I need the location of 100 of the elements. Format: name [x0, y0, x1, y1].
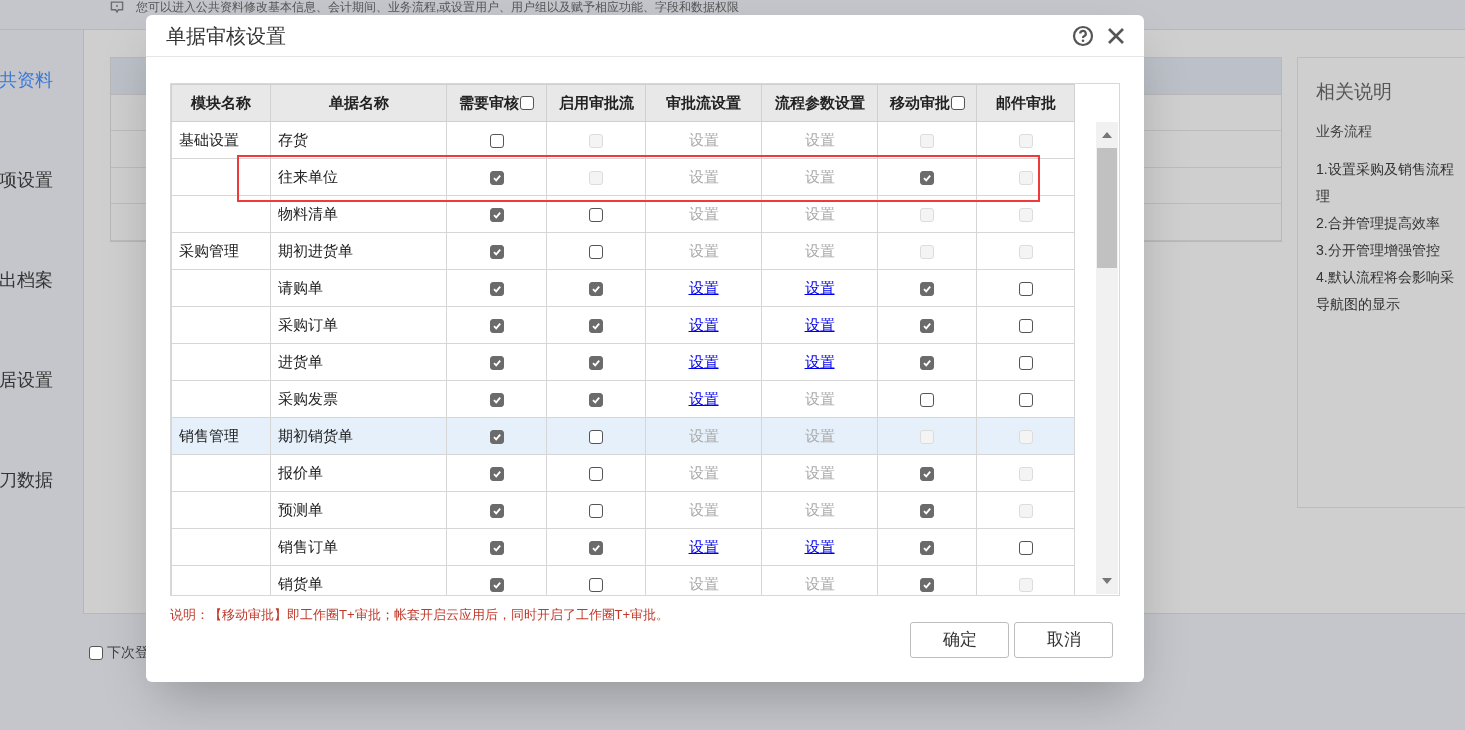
checkmark-icon: [491, 431, 502, 442]
checkbox[interactable]: [489, 355, 504, 370]
checkbox[interactable]: [589, 577, 603, 592]
document-name: 往来单位: [278, 167, 338, 185]
settings-link[interactable]: 设置: [804, 279, 835, 296]
info-line: 1.设置采购及销售流程: [1316, 159, 1455, 179]
disabled-link: 设置: [804, 131, 835, 148]
sidebar-item[interactable]: 出档案: [0, 230, 83, 330]
checkbox[interactable]: [589, 207, 603, 222]
checkmark-icon: [922, 505, 932, 516]
close-icon[interactable]: [1106, 25, 1126, 46]
checkbox[interactable]: [920, 318, 934, 333]
settings-link[interactable]: 设置: [804, 353, 835, 370]
select-all-checkbox[interactable]: [520, 96, 534, 110]
checkbox[interactable]: [920, 540, 934, 555]
info-line: 4.默认流程将会影响采: [1316, 267, 1455, 287]
checkbox[interactable]: [489, 466, 504, 481]
checkbox[interactable]: [489, 170, 504, 185]
sidebar-item[interactable]: 居设置: [0, 330, 83, 430]
checkbox[interactable]: [920, 281, 934, 296]
checkmark-icon: [491, 542, 502, 553]
document-name: 销售订单: [278, 537, 338, 555]
checkbox[interactable]: [920, 466, 934, 481]
scroll-down-icon[interactable]: [1102, 578, 1112, 584]
disabled-link: 设置: [688, 464, 719, 481]
checkbox[interactable]: [1018, 355, 1033, 370]
settings-link[interactable]: 设置: [688, 353, 719, 370]
checkbox[interactable]: [1018, 318, 1033, 333]
column-header: 模块名称: [171, 84, 271, 122]
document-name: 请购单: [278, 278, 323, 296]
settings-link[interactable]: 设置: [688, 279, 719, 296]
checkbox[interactable]: [489, 133, 504, 148]
sidebar-item[interactable]: 刀数据: [0, 430, 83, 530]
checkmark-icon: [491, 283, 502, 294]
document-name: 报价单: [278, 463, 323, 481]
column-header: 移动审批: [889, 92, 950, 113]
checkbox[interactable]: [489, 392, 504, 407]
disabled-link: 设置: [688, 242, 719, 259]
select-all-checkbox[interactable]: [950, 96, 965, 110]
module-name: 采购管理: [179, 241, 239, 259]
scrollbar-thumb[interactable]: [1097, 148, 1117, 268]
disabled-link: 设置: [688, 131, 719, 148]
checkmark-icon: [491, 468, 502, 479]
checkbox[interactable]: [589, 429, 603, 444]
checkbox[interactable]: [589, 540, 603, 555]
checkbox[interactable]: [589, 281, 603, 296]
info-line: 导航图的显示: [1316, 294, 1401, 314]
checkbox[interactable]: [589, 355, 603, 370]
disabled-link: 设置: [804, 168, 835, 185]
dialog-button[interactable]: 确定: [910, 622, 1009, 658]
checkmark-icon: [922, 542, 932, 553]
checkbox[interactable]: [589, 244, 603, 259]
checkbox[interactable]: [920, 355, 934, 370]
settings-link[interactable]: 设置: [688, 316, 719, 333]
checkbox[interactable]: [920, 577, 934, 592]
disabled-link: 设置: [804, 464, 835, 481]
checkbox[interactable]: [589, 318, 603, 333]
checkbox[interactable]: [1018, 281, 1033, 296]
checkmark-icon: [922, 579, 932, 590]
checkbox[interactable]: [1018, 392, 1033, 407]
scrollbar[interactable]: [1096, 122, 1118, 594]
scroll-up-icon[interactable]: [1102, 132, 1112, 138]
checkmark-icon: [922, 172, 932, 183]
checkbox[interactable]: [489, 540, 504, 555]
checkbox[interactable]: [489, 503, 504, 518]
settings-link[interactable]: 设置: [804, 316, 835, 333]
checkbox[interactable]: [489, 429, 504, 444]
checkbox[interactable]: [489, 281, 504, 296]
checkbox[interactable]: [920, 503, 934, 518]
checkbox[interactable]: [589, 466, 603, 481]
checkbox[interactable]: [920, 392, 934, 407]
settings-link[interactable]: 设置: [804, 538, 835, 555]
disabled-link: 设置: [804, 205, 835, 222]
settings-link[interactable]: 设置: [688, 390, 719, 407]
disabled-link: 设置: [804, 242, 835, 259]
settings-link[interactable]: 设置: [688, 538, 719, 555]
checkbox[interactable]: [489, 207, 504, 222]
notice-text: 您可以进入公共资料修改基本信息、会计期间、业务流程,或设置用户、用户组以及赋予相应功能、字段和数据权限: [136, 0, 740, 14]
help-icon[interactable]: [1072, 24, 1094, 47]
checkbox[interactable]: [489, 318, 504, 333]
checkbox[interactable]: [920, 170, 934, 185]
checkbox[interactable]: [489, 244, 504, 259]
checkbox[interactable]: [589, 503, 603, 518]
document-name: 预测单: [278, 500, 323, 518]
checkmark-icon: [591, 542, 601, 553]
dialog-button[interactable]: 取消: [1014, 622, 1113, 658]
column-header: 启用审批流: [546, 84, 646, 122]
checkmark-icon: [491, 394, 502, 405]
disabled-link: 设置: [688, 501, 719, 518]
document-name: 期初销货单: [278, 426, 353, 444]
disabled-link: 设置: [804, 390, 835, 407]
checkbox[interactable]: [1018, 540, 1033, 555]
checkbox[interactable]: [489, 577, 504, 592]
checkbox[interactable]: [89, 645, 103, 660]
checkbox[interactable]: [589, 392, 603, 407]
checkmark-icon: [922, 468, 932, 479]
checkmark-icon: [591, 357, 601, 368]
checkmark-icon: [922, 320, 932, 331]
info-line: 理: [1316, 186, 1331, 206]
column-header: 需要审核: [459, 92, 519, 113]
